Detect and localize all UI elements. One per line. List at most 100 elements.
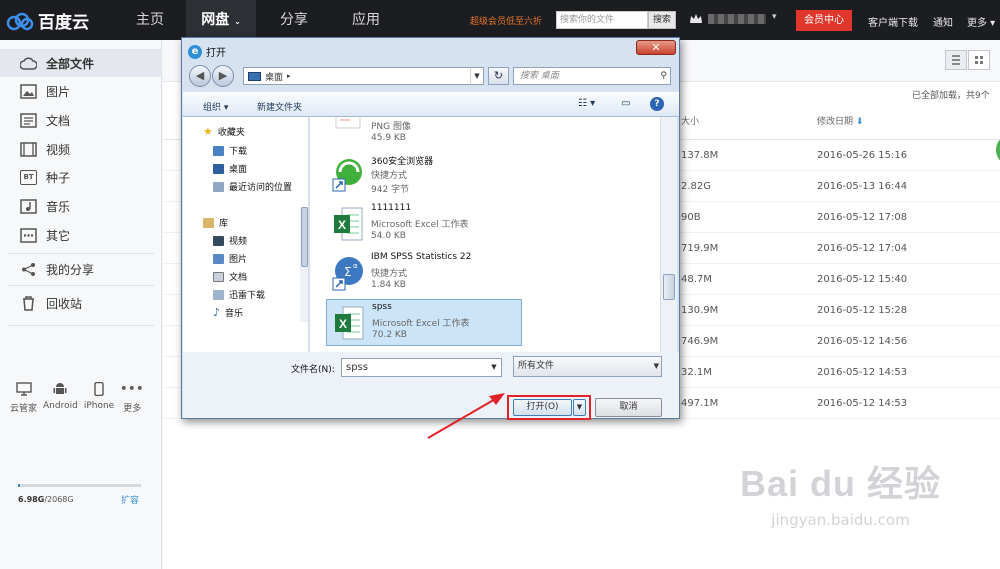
sidebar-item-images[interactable]: 图片 <box>0 77 162 105</box>
sidebar-item-videos[interactable]: 视频 <box>0 135 162 163</box>
address-dropdown-icon[interactable]: ▼ <box>470 68 483 84</box>
filetype-dropdown-icon: ▼ <box>653 362 659 370</box>
cancel-button[interactable]: 取消 <box>595 398 662 417</box>
list-view-icon <box>952 55 960 65</box>
search-button[interactable]: 搜索 <box>648 11 676 29</box>
file-item-360-browser[interactable]: 360安全浏览器 快捷方式 942 字节 <box>326 152 522 199</box>
sidebar-item-recycle-bin[interactable]: 回收站 <box>0 289 162 317</box>
filetype-select[interactable]: 所有文件 ▼ <box>513 356 662 377</box>
nav-scrollbar[interactable] <box>300 207 308 322</box>
file-size-cell: 130.9M <box>681 305 719 316</box>
open-button[interactable]: 打开(O) <box>513 399 572 416</box>
column-header-date[interactable]: 修改日期 ⬇ <box>817 114 863 136</box>
nav-documents[interactable]: 文档 <box>213 270 247 283</box>
ie-icon: e <box>188 44 202 59</box>
search-input[interactable]: 搜索你的文件 <box>556 11 648 29</box>
device-cloud-manager[interactable]: 云管家 <box>10 382 37 414</box>
nav-scroll-thumb[interactable] <box>301 207 308 267</box>
file-type: Microsoft Excel 工作表 <box>371 220 469 230</box>
nav-recent-label: 最近访问的位置 <box>229 183 293 193</box>
nav-videos[interactable]: 视频 <box>213 234 247 247</box>
file-date-cell: 2016-05-12 14:53 <box>817 398 908 409</box>
nav-apps[interactable]: 应用 <box>334 0 398 40</box>
device-iphone[interactable]: iPhone <box>84 382 114 414</box>
file-size: 54.0 KB <box>371 231 406 241</box>
file-name: 1111111 <box>371 203 412 213</box>
file-item-ibm-spss[interactable]: Σα IBM SPSS Statistics 22 快捷方式 1.84 KB <box>326 250 522 297</box>
sidebar-item-label: 其它 <box>46 228 71 243</box>
list-view-button[interactable] <box>945 50 967 70</box>
file-size-cell: 48.7M <box>681 274 712 285</box>
filename-input[interactable]: spss ▼ <box>341 358 502 377</box>
nav-pictures[interactable]: 图片 <box>213 252 247 265</box>
sidebar-item-music[interactable]: 音乐 <box>0 192 162 220</box>
column-header-date-label: 修改日期 <box>817 117 854 127</box>
spss-icon: Σα <box>332 257 363 291</box>
column-header-size[interactable]: 大小 <box>681 114 699 136</box>
nav-home[interactable]: 主页 <box>118 0 182 40</box>
baidu-cloud-logo[interactable]: 百度云 <box>6 8 89 33</box>
open-file-dialog: e 打开 ✕ ◀ ▶ 桌面 ▸ ▼ ↻ 搜索 桌面 ⚲ 组织 ▾ 新建文件夹 ☷ … <box>181 37 680 420</box>
open-dropdown-button[interactable]: ▼ <box>573 399 586 416</box>
dialog-search-input[interactable]: 搜索 桌面 ⚲ <box>513 67 671 85</box>
nav-share[interactable]: 分享 <box>262 0 326 40</box>
help-icon[interactable]: ? <box>650 97 664 111</box>
organize-menu[interactable]: 组织 ▾ <box>203 100 228 113</box>
more-dots-icon: ••• <box>120 382 145 395</box>
file-item-1111111[interactable]: X 1111111 Microsoft Excel 工作表 54.0 KB <box>326 201 522 248</box>
svg-text:Σ: Σ <box>344 265 352 279</box>
loaded-count: 已全部加载，共9个 <box>912 91 990 101</box>
dialog-close-button[interactable]: ✕ <box>636 40 676 55</box>
grid-view-button[interactable] <box>968 50 990 70</box>
promo-link[interactable]: 超级会员低至六折 <box>470 14 542 27</box>
address-bar[interactable]: 桌面 ▸ ▼ <box>243 67 484 85</box>
sidebar-item-my-share[interactable]: 我的分享 <box>0 255 162 283</box>
nav-thunder[interactable]: 迅雷下载 <box>213 288 265 301</box>
device-more[interactable]: ••• 更多 <box>120 382 144 414</box>
preview-pane-icon[interactable]: ▭ <box>621 98 630 109</box>
filetype-value: 所有文件 <box>518 361 555 371</box>
forward-button[interactable]: ▶ <box>212 65 234 87</box>
dialog-title-bar: e 打开 <box>188 44 226 59</box>
sidebar-item-torrents[interactable]: BT 种子 <box>0 163 162 191</box>
new-folder-button[interactable]: 新建文件夹 <box>257 100 302 113</box>
sidebar-item-label: 种子 <box>46 170 71 185</box>
file-pane: PNG 图像 45.9 KB 360安全浏览器 快捷方式 942 字节 X 11… <box>310 117 660 352</box>
chevron-down-icon[interactable]: ▾ <box>772 12 777 22</box>
other-icon <box>20 227 37 243</box>
nav-netdisk-label: 网盘 <box>201 12 230 28</box>
video-library-icon <box>213 235 224 246</box>
device-android[interactable]: Android <box>43 382 78 414</box>
client-download-link[interactable]: 客户端下载 <box>868 14 918 29</box>
file-item-png[interactable]: PNG 图像 45.9 KB <box>326 117 522 156</box>
file-size-cell: 2.82G <box>681 181 712 192</box>
file-size: 942 字节 <box>371 185 410 195</box>
nav-music[interactable]: ♪ 音乐 <box>213 306 243 319</box>
vip-center-button[interactable]: 会员中心 <box>796 10 852 31</box>
android-icon <box>53 383 67 394</box>
expand-storage-link[interactable]: 扩容 <box>121 493 139 506</box>
sidebar-item-all-files[interactable]: 全部文件 <box>0 49 162 77</box>
nav-favorites[interactable]: ★ 收藏夹 <box>203 125 245 138</box>
more-menu[interactable]: 更多 ▾ <box>967 14 995 29</box>
back-button[interactable]: ◀ <box>189 65 211 87</box>
sidebar-item-other[interactable]: 其它 <box>0 221 162 249</box>
nav-desktop[interactable]: 桌面 <box>213 162 247 175</box>
refresh-button[interactable]: ↻ <box>488 67 509 85</box>
nav-pictures-label: 图片 <box>229 255 248 265</box>
change-view-icon[interactable]: ☷ ▾ <box>578 98 595 109</box>
sidebar-item-documents[interactable]: 文档 <box>0 106 162 134</box>
file-pane-scrollbar[interactable] <box>660 117 677 352</box>
file-date-cell: 2016-05-12 14:53 <box>817 367 908 378</box>
filename-dropdown-icon[interactable]: ▼ <box>487 359 501 376</box>
file-pane-scroll-thumb[interactable] <box>663 274 675 300</box>
nav-downloads[interactable]: 下载 <box>213 144 247 157</box>
file-item-spss-selected[interactable]: X spss Microsoft Excel 工作表 70.2 KB <box>326 299 522 346</box>
nav-netdisk[interactable]: 网盘 ⌄ <box>186 0 256 40</box>
nav-recent[interactable]: 最近访问的位置 <box>213 180 292 193</box>
username-blurred[interactable] <box>708 14 766 24</box>
notification-link[interactable]: 通知 <box>933 14 953 29</box>
nav-library[interactable]: 库 <box>203 216 228 229</box>
breadcrumb-arrow-icon: ▸ <box>287 72 291 80</box>
divider <box>8 325 154 326</box>
